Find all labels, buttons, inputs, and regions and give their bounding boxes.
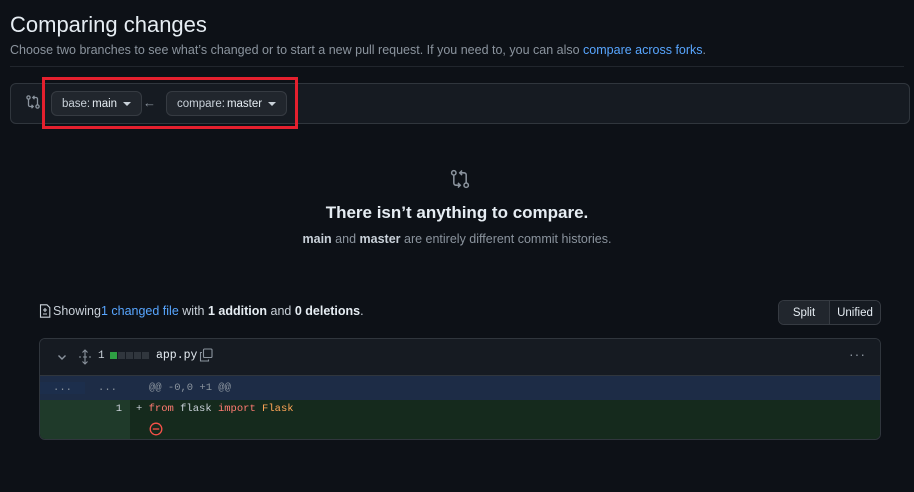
changed-files-link[interactable]: 1 changed file xyxy=(101,304,179,318)
branch-name-master: master xyxy=(359,232,401,246)
diffstat-block xyxy=(134,352,141,359)
diff-view-toggle: Split Unified xyxy=(778,300,881,325)
code-token: from xyxy=(148,403,174,415)
diffstat-block xyxy=(142,352,149,359)
code-token: flask xyxy=(173,403,218,415)
branch-name-main: main xyxy=(302,232,332,246)
deletions-count: 0 deletions xyxy=(294,304,361,318)
base-value: main xyxy=(92,97,118,110)
diffstat-bar xyxy=(110,352,149,359)
split-view-button[interactable]: Split xyxy=(779,301,830,324)
hunk-right-line: ... xyxy=(98,382,117,394)
blankslate-title: There isn’t anything to compare. xyxy=(325,203,589,222)
diff-summary: Showing 1 changed file with 1 addition a… xyxy=(39,304,364,318)
hunk-header-row: ... ... @@ -0,0 +1 @@ xyxy=(40,376,880,400)
header-divider xyxy=(10,66,904,67)
diffstat-block xyxy=(126,352,133,359)
diffstat-block xyxy=(110,352,117,359)
chevron-down-icon[interactable] xyxy=(56,351,68,363)
subtitle-text: Choose two branches to see what’s change… xyxy=(10,43,584,57)
range-editor: base: main ← compare: master xyxy=(10,83,910,124)
page-subtitle: Choose two branches to see what’s change… xyxy=(10,43,706,57)
changes-count: 1 xyxy=(98,350,105,362)
caret-down-icon xyxy=(268,101,277,106)
additions-count: 1 addition xyxy=(207,304,268,318)
toc-end: . xyxy=(360,304,364,318)
file-diff: 1 app.py ··· ... ... @@ -0,0 +1 @@ 1 + f… xyxy=(39,338,881,440)
no-newline-icon xyxy=(149,422,163,436)
git-compare-icon xyxy=(26,95,40,109)
compare-branch-select[interactable]: compare: master xyxy=(166,91,288,116)
diff-line-addition: 1 + from flask import Flask xyxy=(40,400,880,439)
code-line: + from flask import Flask xyxy=(130,400,880,439)
diffstat-block xyxy=(118,352,125,359)
file-diff-icon xyxy=(39,304,51,318)
compare-label: compare: xyxy=(177,97,225,110)
line-number[interactable]: 1 xyxy=(40,400,130,439)
copy-icon[interactable] xyxy=(199,348,213,362)
blankslate-description: main and master are entirely different c… xyxy=(0,232,914,246)
code-token: Flask xyxy=(255,403,294,415)
diff-marker: + xyxy=(136,403,149,415)
compare-across-forks-link[interactable]: compare across forks xyxy=(583,43,702,57)
hunk-left-line: ... xyxy=(40,382,85,394)
toc-with: with xyxy=(178,304,208,318)
arrow-left-icon: ← xyxy=(143,95,156,110)
caret-down-icon xyxy=(123,101,132,106)
unfold-icon[interactable] xyxy=(78,349,92,365)
code-token: import xyxy=(217,403,256,415)
base-label: base: xyxy=(62,97,91,110)
base-branch-select[interactable]: base: main xyxy=(51,91,143,116)
toc-and: and xyxy=(267,304,295,318)
compare-value: master xyxy=(226,97,263,110)
page-title: Comparing changes xyxy=(10,12,207,37)
desc-and: and xyxy=(331,232,360,246)
file-name-link[interactable]: app.py xyxy=(156,349,197,362)
subtitle-end: . xyxy=(702,43,707,57)
unified-view-button[interactable]: Unified xyxy=(830,301,880,324)
file-header: 1 app.py ··· xyxy=(40,339,880,376)
git-compare-icon xyxy=(450,169,470,189)
toc-showing: Showing xyxy=(53,304,101,318)
hunk-header: @@ -0,0 +1 @@ xyxy=(149,382,231,394)
kebab-menu-icon[interactable]: ··· xyxy=(849,346,866,362)
desc-rest: are entirely different commit histories. xyxy=(400,232,612,246)
